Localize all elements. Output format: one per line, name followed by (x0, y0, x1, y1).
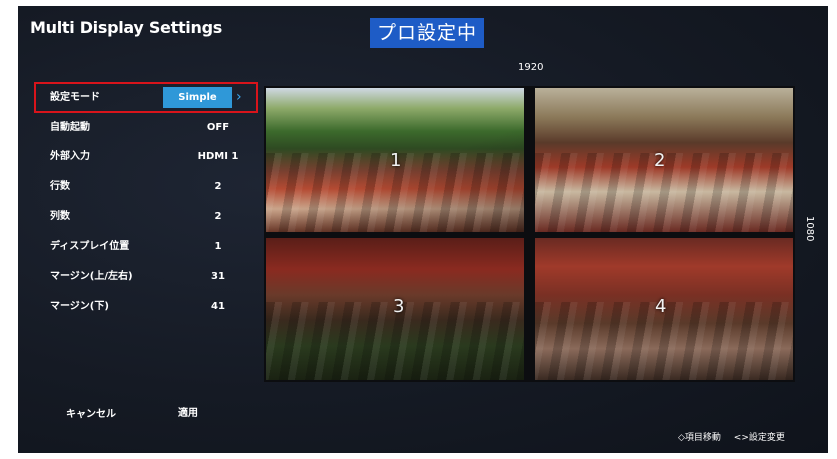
setting-row-display-position[interactable]: ディスプレイ位置 1 (36, 233, 258, 261)
setting-row-input[interactable]: 外部入力 HDMI 1 (36, 143, 258, 171)
page-title: Multi Display Settings (30, 18, 222, 37)
resolution-height-label: 1080 (804, 216, 815, 242)
setting-label: ディスプレイ位置 (50, 241, 130, 252)
setting-label: 行数 (50, 181, 70, 192)
setting-row-mode[interactable]: 設定モード Simple › (34, 82, 258, 113)
tile-number: 2 (654, 150, 666, 171)
pro-settings-badge: プロ設定中 (370, 18, 484, 48)
preview-tile-1: 1 (266, 88, 524, 232)
tile-number: 1 (390, 150, 402, 171)
setting-row-margin-bottom[interactable]: マージン(下) 41 (36, 293, 258, 321)
cancel-button[interactable]: キャンセル (66, 405, 116, 420)
setting-label: 外部入力 (50, 151, 90, 162)
setting-label: 自動起動 (50, 122, 90, 133)
footer-key-hints: ◇項目移動 <>設定変更 (678, 430, 795, 443)
setting-row-auto-start[interactable]: 自動起動 OFF (36, 114, 258, 142)
setting-value: 2 (214, 211, 222, 222)
tile-number: 4 (655, 296, 667, 317)
preview-tile-3: 3 (266, 238, 524, 380)
tile-number: 3 (393, 296, 405, 317)
apply-button[interactable]: 適用 (178, 404, 198, 419)
tv-screen: Multi Display Settings プロ設定中 1920 1080 設… (18, 6, 828, 453)
resolution-width-label: 1920 (518, 62, 544, 73)
mode-select-button[interactable]: Simple (163, 87, 232, 108)
setting-label: マージン(下) (50, 301, 109, 312)
layout-preview: 1 2 3 4 (264, 86, 795, 382)
setting-value: HDMI 1 (197, 151, 239, 162)
setting-row-rows[interactable]: 行数 2 (36, 173, 258, 201)
setting-label: 設定モード (50, 92, 100, 103)
setting-label: マージン(上/左右) (50, 271, 133, 282)
chevron-right-icon[interactable]: › (236, 85, 242, 110)
setting-value: 1 (214, 241, 222, 252)
preview-tile-4: 4 (535, 238, 793, 380)
change-hint: <>設定変更 (733, 433, 785, 443)
setting-value: 31 (211, 271, 225, 282)
setting-row-margin-top[interactable]: マージン(上/左右) 31 (36, 263, 258, 291)
setting-label: 列数 (50, 211, 70, 222)
setting-value: 41 (211, 301, 225, 312)
setting-value: OFF (206, 122, 230, 133)
setting-value: 2 (214, 181, 222, 192)
preview-tile-2: 2 (535, 88, 793, 232)
setting-row-columns[interactable]: 列数 2 (36, 203, 258, 231)
nav-hint: ◇項目移動 (678, 433, 721, 443)
